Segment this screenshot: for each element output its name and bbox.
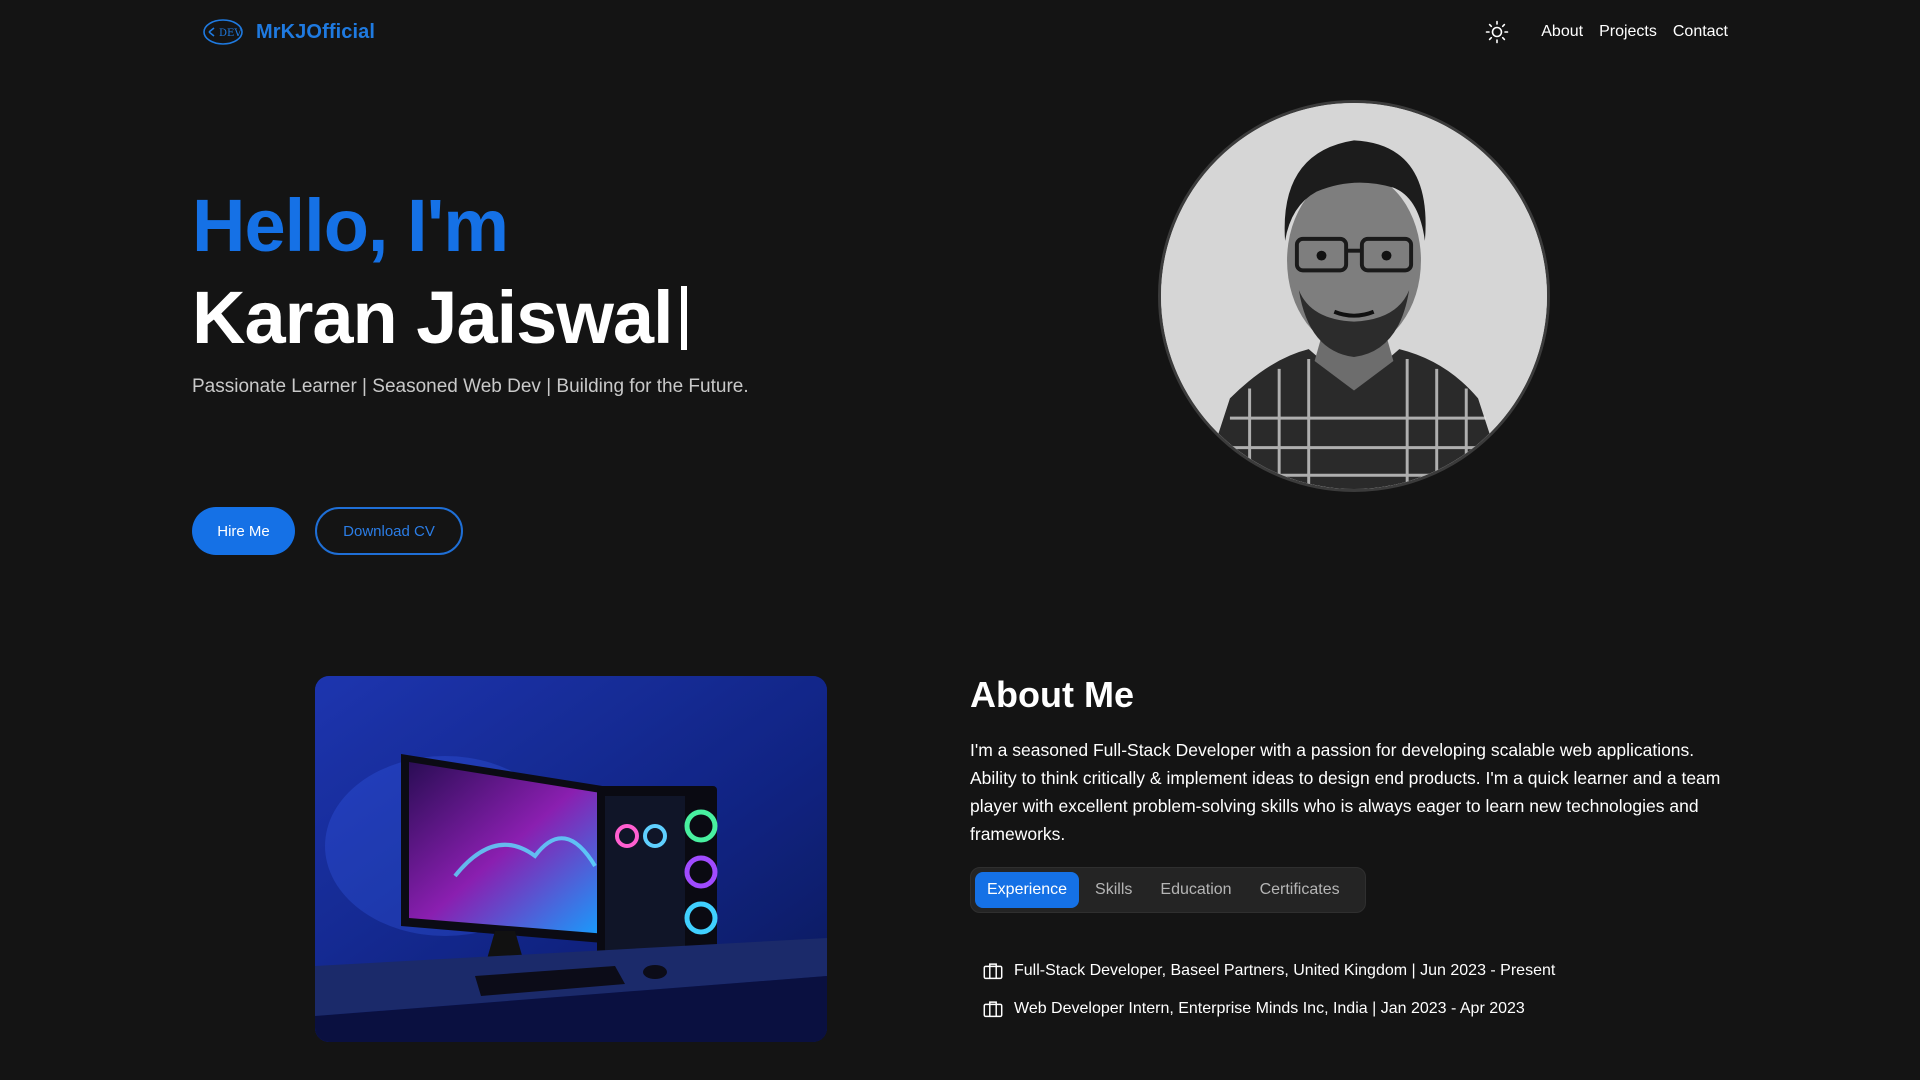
hero-tagline: Passionate Learner | Seasoned Web Dev | …	[192, 376, 749, 397]
hero-greeting: Hello, I'm	[192, 184, 509, 267]
desk-setup-image	[315, 676, 827, 1042]
tab-skills[interactable]: Skills	[1083, 872, 1144, 908]
main-nav: About Projects Contact	[1483, 18, 1728, 46]
profile-avatar	[1158, 100, 1550, 492]
sun-icon	[1485, 20, 1509, 44]
experience-list: Full-Stack Developer, Baseel Partners, U…	[982, 952, 1555, 1028]
portfolio-page: DEV MrKJOfficial About Projects Contact …	[0, 0, 1920, 1080]
tab-education[interactable]: Education	[1148, 872, 1243, 908]
hero-name-line: Karan Jaiswal	[192, 278, 687, 358]
svg-text:DEV: DEV	[219, 28, 242, 39]
site-header: DEV MrKJOfficial About Projects Contact	[0, 0, 1920, 64]
tab-experience[interactable]: Experience	[975, 872, 1080, 908]
logo-text: MrKJOfficial	[256, 20, 376, 43]
desk-photo	[315, 676, 827, 1042]
nav-about[interactable]: About	[1541, 23, 1583, 41]
about-title: About Me	[970, 674, 1134, 715]
briefcase-icon	[983, 1001, 1003, 1018]
experience-text: Full-Stack Developer, Baseel Partners, U…	[1014, 962, 1556, 979]
experience-text: Web Developer Intern, Enterprise Minds I…	[1014, 1000, 1525, 1017]
dev-logo-icon: DEV	[203, 19, 243, 45]
about-tabs: Experience Skills Education Certificates	[970, 867, 1366, 913]
typing-cursor	[680, 286, 687, 350]
about-description: I'm a seasoned Full-Stack Developer with…	[970, 740, 1721, 844]
experience-item: Full-Stack Developer, Baseel Partners, U…	[982, 952, 1555, 990]
profile-photo	[1161, 103, 1547, 489]
download-cv-button[interactable]: Download CV	[315, 507, 463, 555]
nav-contact[interactable]: Contact	[1673, 23, 1728, 41]
theme-toggle-button[interactable]	[1483, 18, 1511, 46]
experience-item: Web Developer Intern, Enterprise Minds I…	[982, 990, 1555, 1028]
nav-projects[interactable]: Projects	[1599, 23, 1657, 41]
briefcase-icon	[983, 963, 1003, 980]
hero-name: Karan Jaiswal	[192, 276, 674, 359]
site-logo[interactable]: DEV MrKJOfficial	[200, 16, 375, 48]
hire-me-button[interactable]: Hire Me	[192, 507, 295, 555]
tab-certificates[interactable]: Certificates	[1248, 872, 1352, 908]
